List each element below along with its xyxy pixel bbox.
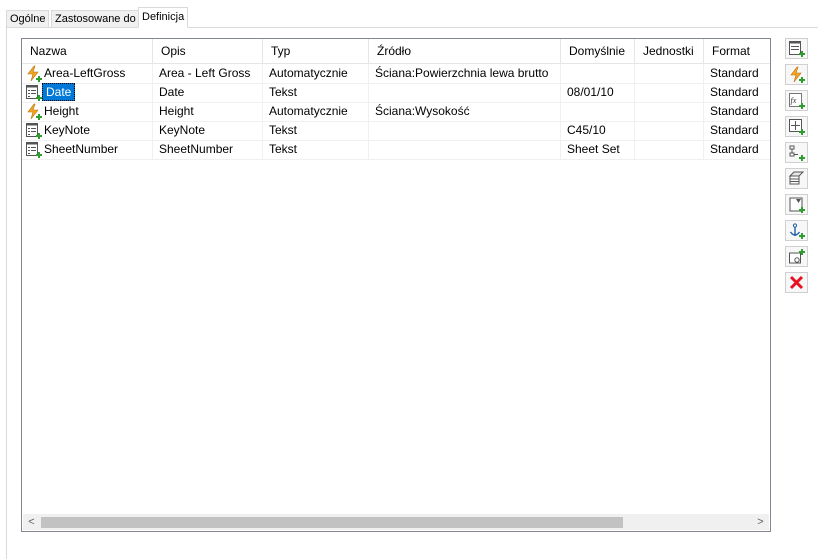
add-formula-property-icon: fx: [789, 93, 805, 109]
format-cell[interactable]: Standard: [704, 83, 770, 102]
add-anchor-property-button[interactable]: [785, 220, 808, 241]
source-cell[interactable]: [369, 140, 561, 159]
column-header-label: Źródło: [377, 44, 412, 58]
column-header-format[interactable]: Format: [704, 39, 770, 63]
source-cell[interactable]: [369, 83, 561, 102]
name-cell[interactable]: Height: [22, 102, 153, 121]
delete-icon: [789, 275, 804, 290]
table-row[interactable]: Area-LeftGross Area - Left Gross Automat…: [22, 64, 770, 84]
type-cell[interactable]: Tekst: [263, 121, 369, 140]
type-cell[interactable]: Automatycznie: [263, 102, 369, 121]
column-header-label: Typ: [271, 44, 291, 58]
units-cell[interactable]: [635, 102, 704, 121]
add-location-property-button[interactable]: [785, 116, 808, 137]
property-name: SheetNumber: [44, 142, 119, 156]
type-cell[interactable]: Tekst: [263, 83, 369, 102]
column-header-units[interactable]: Jednostki: [635, 39, 704, 63]
property-definitions-table[interactable]: Nazwa Opis Typ Źródło Domyślnie Jednostk…: [21, 38, 771, 532]
column-header-source[interactable]: Źródło: [369, 39, 561, 63]
tab-definition[interactable]: Definicja: [138, 7, 189, 28]
add-location-property-icon: [789, 119, 805, 135]
add-classification-property-icon: [789, 145, 805, 161]
units-cell[interactable]: [635, 121, 704, 140]
type-cell[interactable]: Tekst: [263, 140, 369, 159]
add-automatic-property-icon: [790, 66, 805, 83]
default-cell[interactable]: [561, 102, 635, 121]
scroll-left-button[interactable]: <: [23, 514, 40, 530]
units-cell[interactable]: [635, 64, 704, 83]
units-cell[interactable]: [635, 83, 704, 102]
add-graphic-property-icon: [789, 197, 805, 213]
add-material-property-icon: [788, 171, 805, 185]
description-cell[interactable]: Area - Left Gross: [153, 64, 263, 83]
format-cell[interactable]: Standard: [704, 121, 770, 140]
default-cell[interactable]: [561, 64, 635, 83]
name-cell[interactable]: SheetNumber: [22, 140, 153, 159]
property-name: Date: [42, 83, 76, 101]
add-material-property-button[interactable]: [785, 168, 808, 189]
description-cell[interactable]: KeyNote: [153, 121, 263, 140]
scroll-right-button[interactable]: >: [752, 514, 769, 530]
format-cell[interactable]: Standard: [704, 64, 770, 83]
manual-property-icon: [26, 142, 42, 158]
table-row[interactable]: Height Height Automatycznie Ściana:Wysok…: [22, 102, 770, 122]
column-header-label: Format: [712, 44, 751, 58]
tab-general[interactable]: Ogólne: [6, 10, 50, 27]
column-header-label: Opis: [161, 44, 186, 58]
add-property-set-data-button[interactable]: [785, 246, 808, 267]
column-header-type[interactable]: Typ: [263, 39, 369, 63]
add-formula-property-button[interactable]: fx: [785, 90, 808, 111]
tab-applies-to-label: Zastosowane do: [55, 13, 136, 25]
default-cell[interactable]: C45/10: [561, 121, 635, 140]
default-cell[interactable]: 08/01/10: [561, 83, 635, 102]
column-header-label: Jednostki: [643, 44, 694, 58]
description-cell[interactable]: SheetNumber: [153, 140, 263, 159]
svg-text:fx: fx: [791, 96, 797, 105]
column-header-default[interactable]: Domyślnie: [561, 39, 635, 63]
source-cell[interactable]: [369, 121, 561, 140]
name-cell[interactable]: Area-LeftGross: [22, 64, 153, 83]
table-row[interactable]: SheetNumber SheetNumber Tekst Sheet Set …: [22, 140, 770, 160]
description-cell[interactable]: Height: [153, 102, 263, 121]
manual-property-icon: [26, 85, 42, 101]
column-header-label: Nazwa: [30, 44, 67, 58]
column-header-description[interactable]: Opis: [153, 39, 263, 63]
add-property-set-data-icon: [789, 249, 805, 264]
scrollbar-thumb[interactable]: [41, 517, 623, 528]
units-cell[interactable]: [635, 140, 704, 159]
property-name: Area-LeftGross: [44, 66, 126, 80]
table-row[interactable]: KeyNote KeyNote Tekst C45/10 Standard: [22, 121, 770, 141]
add-graphic-property-button[interactable]: [785, 194, 808, 215]
add-anchor-property-icon: [789, 223, 805, 239]
source-cell[interactable]: Ściana:Powierzchnia lewa brutto: [369, 64, 561, 83]
manual-property-icon: [26, 123, 42, 139]
delete-button[interactable]: [785, 272, 808, 293]
default-cell[interactable]: Sheet Set: [561, 140, 635, 159]
description-cell[interactable]: Date: [153, 83, 263, 102]
property-name: KeyNote: [44, 123, 91, 137]
format-cell[interactable]: Standard: [704, 140, 770, 159]
name-cell[interactable]: Date: [22, 83, 153, 102]
automatic-property-icon: [27, 65, 42, 82]
property-name: Height: [44, 104, 79, 118]
format-cell[interactable]: Standard: [704, 102, 770, 121]
tab-definition-label: Definicja: [142, 11, 185, 23]
tab-applies-to[interactable]: Zastosowane do: [51, 10, 140, 27]
add-automatic-property-button[interactable]: [785, 64, 808, 85]
tab-general-label: Ogólne: [10, 13, 46, 25]
table-row[interactable]: Date Date Tekst 08/01/10 Standard: [22, 83, 770, 103]
source-cell[interactable]: Ściana:Wysokość: [369, 102, 561, 121]
table-header: Nazwa Opis Typ Źródło Domyślnie Jednostk…: [22, 39, 770, 64]
automatic-property-icon: [27, 103, 42, 120]
column-header-name[interactable]: Nazwa: [22, 39, 153, 63]
horizontal-scrollbar[interactable]: < >: [23, 514, 769, 530]
column-header-label: Domyślnie: [569, 44, 626, 58]
add-manual-property-button[interactable]: [785, 38, 808, 59]
name-cell[interactable]: KeyNote: [22, 121, 153, 140]
type-cell[interactable]: Automatycznie: [263, 64, 369, 83]
add-classification-property-button[interactable]: [785, 142, 808, 163]
add-manual-property-icon: [789, 41, 805, 57]
